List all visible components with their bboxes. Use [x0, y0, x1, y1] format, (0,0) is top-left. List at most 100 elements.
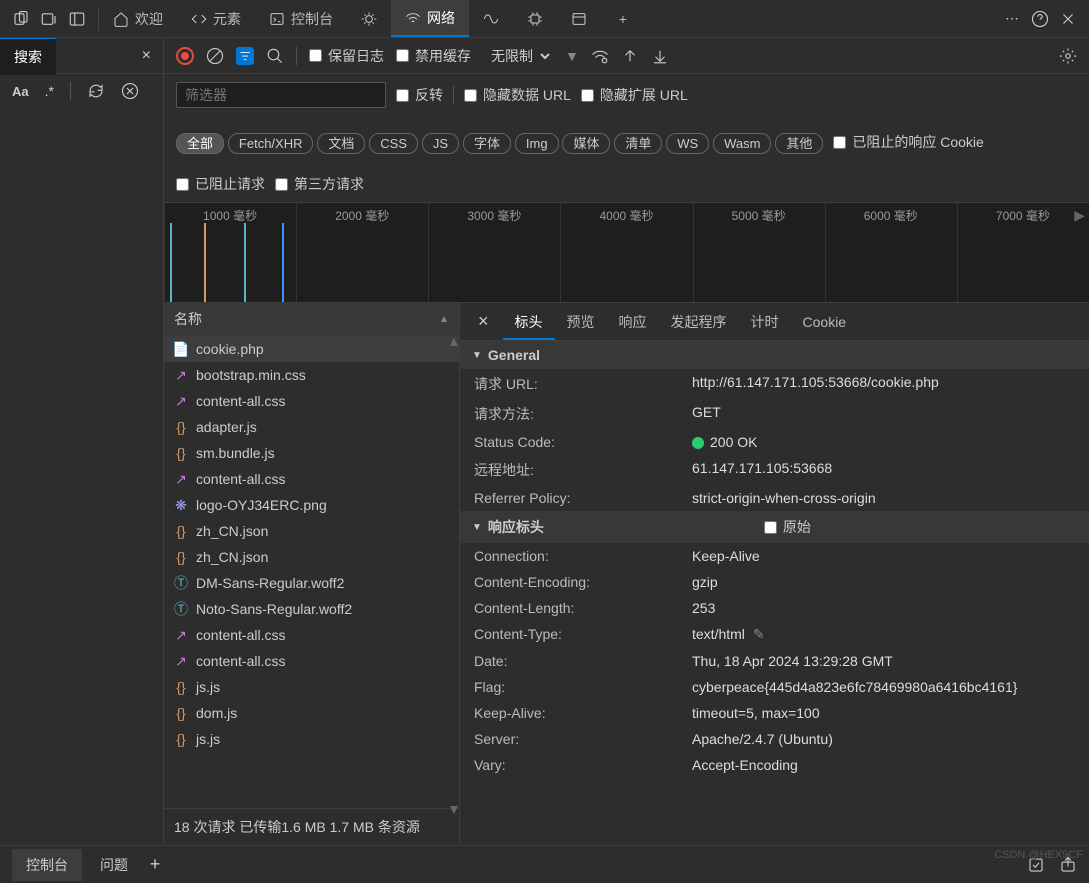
- clear-button[interactable]: [206, 47, 224, 65]
- request-row[interactable]: ↗content-all.css: [164, 466, 459, 492]
- filter-input[interactable]: [176, 82, 386, 108]
- tab-add[interactable]: +: [601, 0, 645, 37]
- css-icon: ↗: [174, 628, 188, 642]
- bottom-tab-issues[interactable]: 问题: [86, 849, 142, 881]
- filter-pill-字体[interactable]: 字体: [463, 133, 511, 154]
- record-button[interactable]: [176, 47, 194, 65]
- request-row[interactable]: 📄cookie.php: [164, 336, 459, 362]
- console-icon: [269, 11, 285, 27]
- request-row[interactable]: {}zh_CN.json: [164, 544, 459, 570]
- hide-ext-url-checkbox[interactable]: 隐藏扩展 URL: [581, 85, 688, 105]
- detail-tab-1[interactable]: 预览: [555, 306, 607, 338]
- filter-pill-Img[interactable]: Img: [515, 133, 559, 154]
- download-icon[interactable]: [651, 47, 669, 65]
- request-row[interactable]: {}sm.bundle.js: [164, 440, 459, 466]
- filter-pill-其他[interactable]: 其他: [775, 133, 823, 154]
- invert-checkbox[interactable]: 反转: [396, 85, 443, 105]
- bottom-tab-console[interactable]: 控制台: [12, 849, 82, 881]
- dock-icon[interactable]: [40, 10, 58, 28]
- request-detail: × 标头预览响应发起程序计时Cookie General请求 URL:http:…: [460, 303, 1089, 845]
- filter-pill-CSS[interactable]: CSS: [369, 133, 418, 154]
- edit-icon[interactable]: ✎: [753, 626, 765, 643]
- detail-tab-0[interactable]: 标头: [503, 306, 555, 340]
- tab-elements[interactable]: 元素: [177, 0, 255, 37]
- tab-label: 控制台: [291, 9, 333, 29]
- filter-pill-文档[interactable]: 文档: [317, 133, 365, 154]
- search-button[interactable]: [266, 47, 284, 65]
- filter-pill-Wasm[interactable]: Wasm: [713, 133, 771, 154]
- disable-cache-checkbox[interactable]: 禁用缓存: [396, 46, 471, 66]
- filter-toggle[interactable]: [236, 47, 254, 65]
- request-row[interactable]: {}js.js: [164, 726, 459, 752]
- filter-pill-清单[interactable]: 清单: [614, 133, 662, 154]
- request-row[interactable]: ↗content-all.css: [164, 622, 459, 648]
- clear-icon[interactable]: [121, 82, 139, 100]
- request-row[interactable]: {}zh_CN.json: [164, 518, 459, 544]
- filter-pill-WS[interactable]: WS: [666, 133, 709, 154]
- upload-icon[interactable]: [621, 47, 639, 65]
- search-close-icon[interactable]: ×: [130, 47, 163, 65]
- tab-memory[interactable]: [513, 0, 557, 37]
- match-case-toggle[interactable]: Aa: [12, 84, 29, 99]
- search-tab[interactable]: 搜索: [0, 38, 56, 75]
- filter-pill-全部[interactable]: 全部: [176, 133, 224, 154]
- throttle-select[interactable]: 无限制: [483, 45, 553, 67]
- detail-tabs: × 标头预览响应发起程序计时Cookie: [460, 303, 1089, 341]
- tab-performance[interactable]: [469, 0, 513, 37]
- request-row[interactable]: {}js.js: [164, 674, 459, 700]
- export-icon[interactable]: [1059, 856, 1077, 874]
- detail-tab-5[interactable]: Cookie: [791, 306, 859, 338]
- request-list: 名称▲ ▲ 📄cookie.php↗bootstrap.min.css↗cont…: [164, 303, 460, 845]
- request-row[interactable]: ⓉNoto-Sans-Regular.woff2: [164, 596, 459, 622]
- request-row[interactable]: ↗content-all.css: [164, 648, 459, 674]
- request-row[interactable]: {}dom.js: [164, 700, 459, 726]
- thirdparty-checkbox[interactable]: 第三方请求: [275, 174, 364, 194]
- tab-network[interactable]: 网络: [391, 0, 469, 37]
- close-icon[interactable]: [1059, 10, 1077, 28]
- detail-close-icon[interactable]: ×: [468, 311, 499, 332]
- regex-toggle[interactable]: .*: [45, 83, 54, 99]
- section-header[interactable]: 响应标头原始: [460, 511, 1089, 543]
- device-icon[interactable]: [12, 10, 30, 28]
- help-icon[interactable]: [1031, 10, 1049, 28]
- detail-tab-4[interactable]: 计时: [739, 306, 791, 338]
- blocked-request-checkbox[interactable]: 已阻止请求: [176, 174, 265, 194]
- column-header-name[interactable]: 名称▲: [164, 303, 459, 336]
- dismiss-icon[interactable]: [1027, 856, 1045, 874]
- request-row[interactable]: {}adapter.js: [164, 414, 459, 440]
- request-row[interactable]: ❋logo-OYJ34ERC.png: [164, 492, 459, 518]
- timeline-tick: 2000 毫秒: [296, 207, 428, 224]
- filter-pill-Fetch/XHR[interactable]: Fetch/XHR: [228, 133, 314, 154]
- request-row[interactable]: ↗content-all.css: [164, 388, 459, 414]
- raw-checkbox[interactable]: 原始: [764, 517, 811, 537]
- header-value: 61.147.171.105:53668: [692, 460, 1075, 480]
- detail-tab-2[interactable]: 响应: [607, 306, 659, 338]
- request-name: sm.bundle.js: [196, 445, 275, 461]
- filter-pill-JS[interactable]: JS: [422, 133, 459, 154]
- hide-data-url-checkbox[interactable]: 隐藏数据 URL: [464, 85, 571, 105]
- request-row[interactable]: ⓉDM-Sans-Regular.woff2: [164, 570, 459, 596]
- header-value: 253: [692, 600, 1075, 616]
- chevron-right-icon[interactable]: ▶: [1074, 207, 1085, 224]
- more-icon[interactable]: ⋯: [1003, 10, 1021, 28]
- panel-icon[interactable]: [68, 10, 86, 28]
- add-tab-icon[interactable]: +: [146, 856, 164, 874]
- settings-icon[interactable]: [1059, 47, 1077, 65]
- filter-pill-媒体[interactable]: 媒体: [562, 133, 610, 154]
- tab-application[interactable]: [557, 0, 601, 37]
- blocked-cookie-checkbox[interactable]: 已阻止的响应 Cookie: [833, 132, 983, 152]
- tab-welcome[interactable]: 欢迎: [99, 0, 177, 37]
- header-row: 请求方法:GET: [460, 399, 1089, 429]
- preserve-log-checkbox[interactable]: 保留日志: [309, 46, 384, 66]
- network-conditions-icon[interactable]: [591, 47, 609, 65]
- section-header[interactable]: General: [460, 341, 1089, 369]
- request-row[interactable]: ↗bootstrap.min.css: [164, 362, 459, 388]
- refresh-icon[interactable]: [87, 82, 105, 100]
- tab-console[interactable]: 控制台: [255, 0, 347, 37]
- json-icon: {}: [174, 524, 188, 538]
- scroll-down-icon: ▼: [447, 801, 457, 817]
- detail-tab-3[interactable]: 发起程序: [659, 306, 739, 338]
- waterfall-timeline[interactable]: 1000 毫秒2000 毫秒3000 毫秒4000 毫秒5000 毫秒6000 …: [164, 203, 1089, 303]
- img-icon: ❋: [174, 498, 188, 512]
- tab-sources[interactable]: [347, 0, 391, 37]
